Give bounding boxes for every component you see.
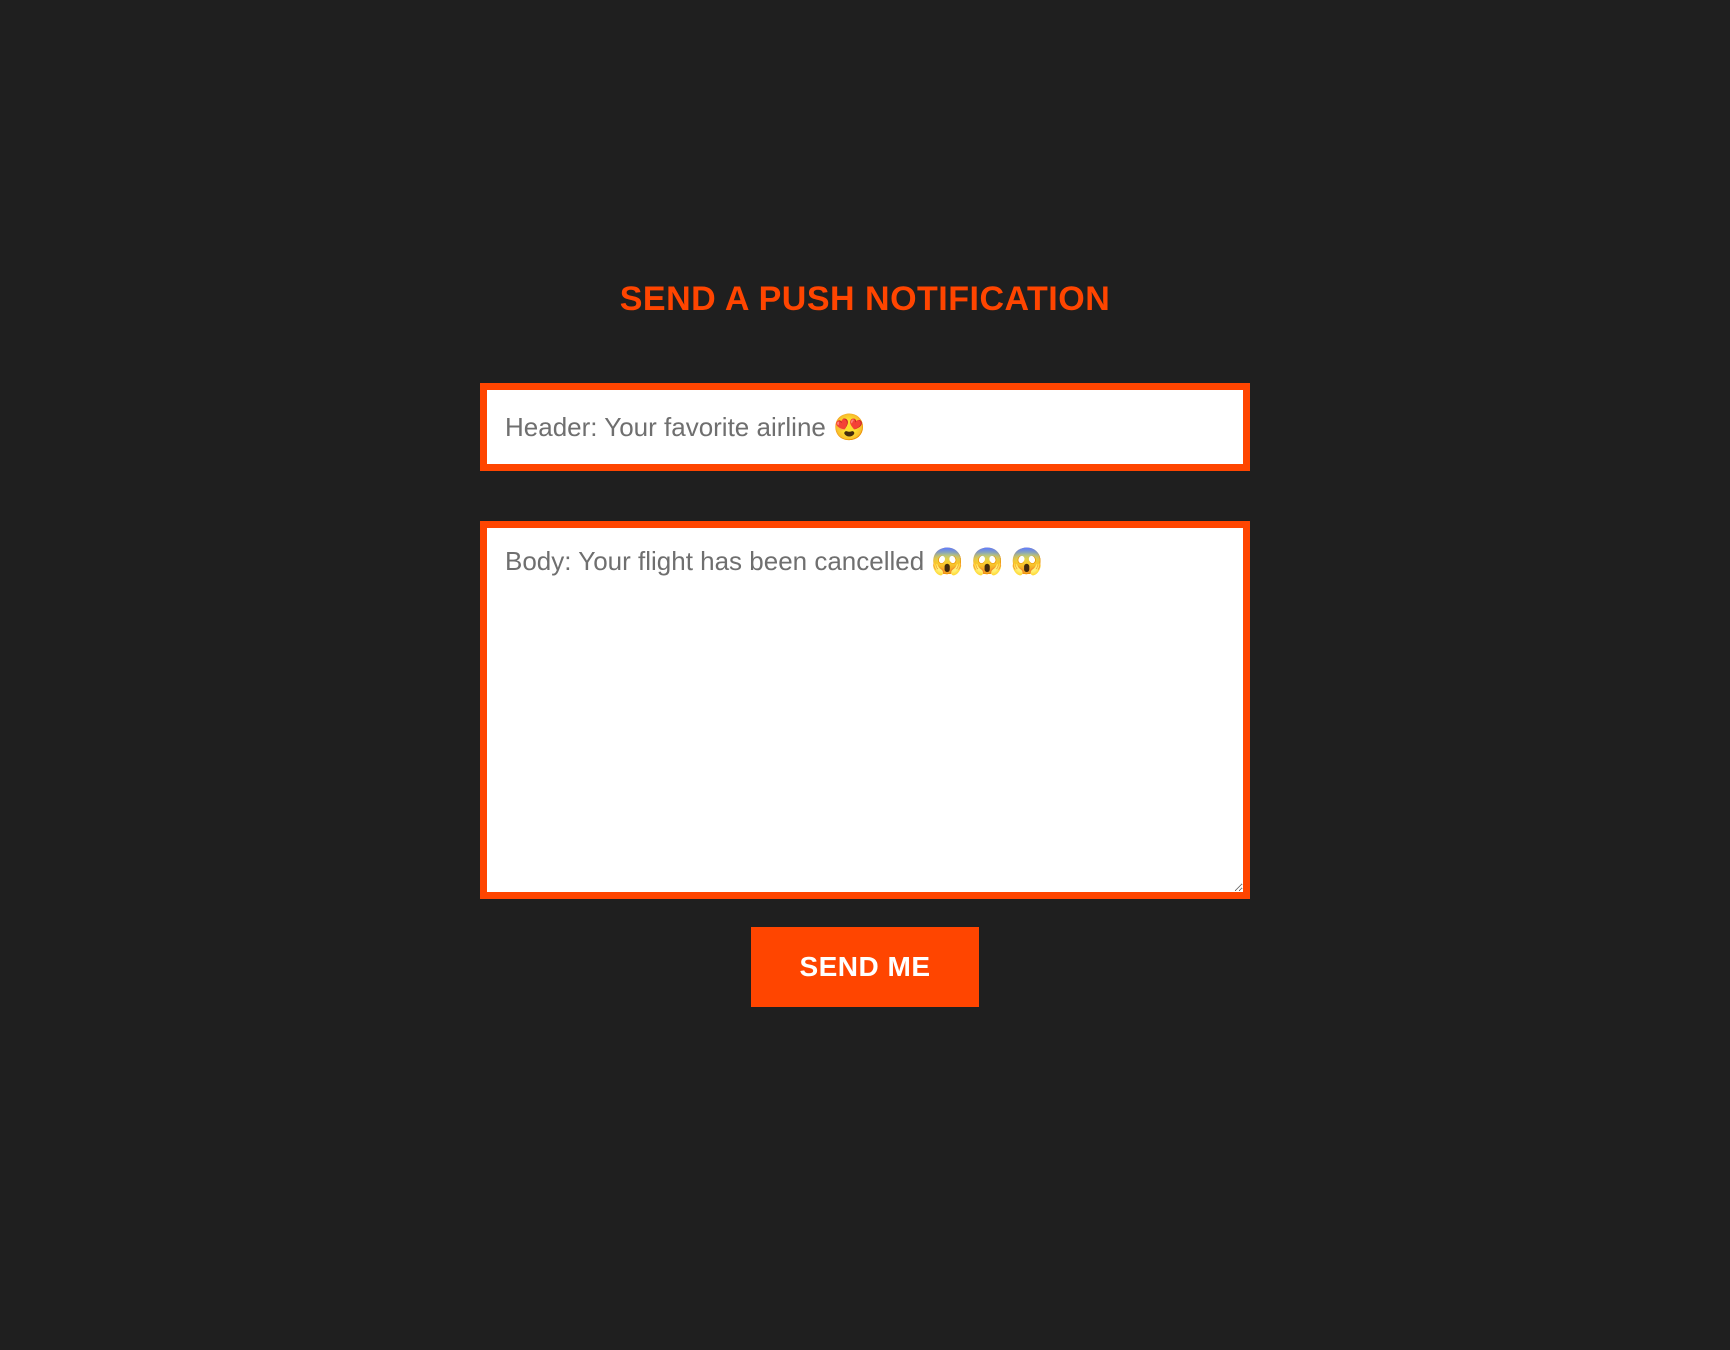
body-textarea[interactable] [480, 521, 1250, 899]
push-notification-form: SEND A PUSH NOTIFICATION SEND ME [480, 280, 1250, 1007]
send-button[interactable]: SEND ME [751, 927, 978, 1007]
header-input[interactable] [480, 383, 1250, 471]
page-title: SEND A PUSH NOTIFICATION [620, 280, 1111, 319]
